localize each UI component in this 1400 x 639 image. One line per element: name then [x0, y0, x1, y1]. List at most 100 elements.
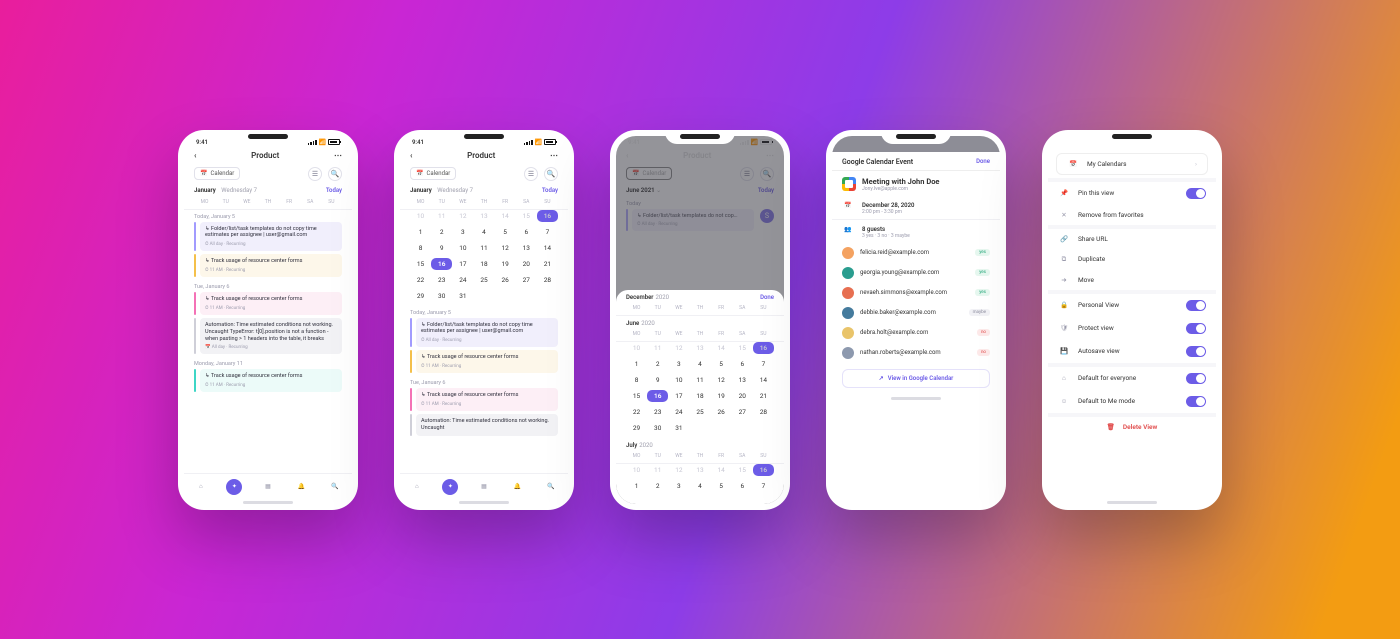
task-row[interactable]: Automation: Time estimated conditions no… — [400, 414, 568, 439]
month-label[interactable]: January — [410, 187, 432, 194]
day-cell[interactable]: 16 — [537, 210, 558, 222]
done-button[interactable]: Done — [976, 158, 990, 165]
day-cell[interactable]: 22 — [626, 406, 647, 418]
guest-row[interactable]: georgia.young@example.comyes — [832, 263, 1000, 283]
task-row[interactable]: Automation: Time estimated conditions no… — [184, 318, 352, 357]
day-cell[interactable] — [495, 290, 516, 302]
day-cell[interactable]: 3 — [668, 480, 689, 492]
day-cell[interactable]: 27 — [516, 274, 537, 286]
day-cell[interactable]: 14 — [711, 342, 732, 354]
month-grid[interactable]: 101112131415161234567 — [616, 464, 784, 496]
day-cell[interactable]: 17 — [668, 390, 689, 402]
more-icon[interactable]: ⋯ — [550, 151, 558, 160]
day-cell[interactable]: 21 — [753, 390, 774, 402]
day-cell[interactable]: 2 — [647, 358, 668, 370]
day-cell[interactable]: 11 — [647, 464, 668, 476]
day-cell[interactable]: 12 — [668, 342, 689, 354]
day-cell[interactable]: 13 — [689, 342, 710, 354]
tab-apps-icon[interactable]: ▦ — [476, 479, 492, 495]
tab-search-icon[interactable]: 🔍 — [543, 479, 559, 495]
day-cell[interactable]: 18 — [689, 390, 710, 402]
day-cell[interactable]: 24 — [452, 274, 473, 286]
sheet-month-label[interactable]: July — [626, 442, 637, 449]
day-cell[interactable]: 11 — [431, 210, 452, 222]
toggle-switch[interactable] — [1186, 373, 1206, 384]
tab-compass-icon[interactable]: ✦ — [442, 479, 458, 495]
guest-row[interactable]: nevaeh.simmons@example.comyes — [832, 283, 1000, 303]
day-cell[interactable]: 26 — [711, 406, 732, 418]
tab-apps-icon[interactable]: ▦ — [260, 479, 276, 495]
day-cell[interactable]: 19 — [495, 258, 516, 270]
menu-item[interactable]: 💾Autosave view — [1048, 340, 1216, 363]
day-cell[interactable]: 5 — [711, 480, 732, 492]
day-cell[interactable]: 19 — [711, 390, 732, 402]
view-in-gcal-button[interactable]: ↗ View in Google Calendar — [842, 369, 990, 388]
menu-item[interactable]: 🔒Personal View — [1048, 294, 1216, 317]
menu-item[interactable]: ⧉Duplicate — [1048, 249, 1216, 270]
search-icon[interactable]: 🔍 — [328, 167, 342, 181]
day-cell[interactable]: 14 — [495, 210, 516, 222]
day-cell[interactable]: 31 — [668, 422, 689, 434]
day-cell[interactable]: 27 — [732, 406, 753, 418]
day-cell[interactable]: 10 — [668, 374, 689, 386]
sheet-month-label[interactable]: December — [626, 294, 653, 301]
filter-icon[interactable]: ☰ — [308, 167, 322, 181]
menu-item[interactable]: ☺Default to Me mode — [1048, 390, 1216, 413]
menu-item[interactable]: ✕Remove from favorites — [1048, 205, 1216, 225]
guest-row[interactable]: debbie.baker@example.commaybe — [832, 303, 1000, 323]
day-cell[interactable]: 16 — [753, 342, 774, 354]
day-cell[interactable]: 11 — [647, 342, 668, 354]
day-cell[interactable]: 9 — [431, 242, 452, 254]
task-row[interactable]: ↳ Track usage of resource center forms⏱ … — [184, 369, 352, 395]
today-button[interactable]: Today — [542, 187, 558, 194]
day-cell[interactable]: 4 — [689, 480, 710, 492]
day-cell[interactable]: 15 — [732, 342, 753, 354]
search-icon[interactable]: 🔍 — [544, 167, 558, 181]
day-cell[interactable]: 14 — [753, 374, 774, 386]
day-cell[interactable]: 23 — [647, 406, 668, 418]
day-cell[interactable]: 24 — [668, 406, 689, 418]
day-cell[interactable]: 7 — [753, 480, 774, 492]
toggle-switch[interactable] — [1186, 396, 1206, 407]
day-cell[interactable]: 15 — [516, 210, 537, 222]
day-cell[interactable]: 5 — [711, 358, 732, 370]
day-cell[interactable]: 18 — [473, 258, 494, 270]
day-cell[interactable]: 12 — [452, 210, 473, 222]
guest-row[interactable]: nathan.roberts@example.comno — [832, 343, 1000, 363]
guest-row[interactable]: felicia.reid@example.comyes — [832, 243, 1000, 263]
day-cell[interactable]: 6 — [516, 226, 537, 238]
day-cell[interactable]: 15 — [410, 258, 431, 270]
day-cell[interactable] — [537, 290, 558, 302]
day-cell[interactable]: 30 — [647, 422, 668, 434]
day-cell[interactable]: 14 — [711, 464, 732, 476]
day-cell[interactable]: 3 — [668, 358, 689, 370]
day-cell[interactable] — [516, 290, 537, 302]
day-cell[interactable]: 4 — [689, 358, 710, 370]
day-cell[interactable]: 12 — [668, 464, 689, 476]
day-cell[interactable]: 23 — [431, 274, 452, 286]
day-cell[interactable]: 1 — [410, 226, 431, 238]
task-row[interactable]: ↳ Folder/list/task templates do not copy… — [184, 222, 352, 255]
day-cell[interactable]: 25 — [689, 406, 710, 418]
filter-icon[interactable]: ☰ — [524, 167, 538, 181]
day-cell[interactable]: 21 — [537, 258, 558, 270]
tab-search-icon[interactable]: 🔍 — [327, 479, 343, 495]
day-cell[interactable]: 1 — [626, 480, 647, 492]
day-cell[interactable]: 12 — [711, 374, 732, 386]
day-cell[interactable]: 28 — [537, 274, 558, 286]
day-cell[interactable]: 15 — [626, 390, 647, 402]
day-cell[interactable]: 2 — [647, 480, 668, 492]
menu-item[interactable]: 🛡Protect view — [1048, 317, 1216, 340]
day-cell[interactable]: 9 — [647, 374, 668, 386]
my-calendars-row[interactable]: 📅 My Calendars › — [1056, 153, 1208, 175]
tab-bell-icon[interactable]: 🔔 — [510, 479, 526, 495]
day-cell[interactable]: 6 — [732, 480, 753, 492]
day-cell[interactable]: 13 — [732, 374, 753, 386]
day-cell[interactable]: 25 — [473, 274, 494, 286]
day-cell[interactable]: 16 — [431, 258, 452, 270]
day-cell[interactable]: 20 — [516, 258, 537, 270]
day-cell[interactable] — [732, 422, 753, 434]
day-cell[interactable]: 3 — [452, 226, 473, 238]
day-cell[interactable]: 2 — [431, 226, 452, 238]
tab-home-icon[interactable]: ⌂ — [193, 479, 209, 495]
